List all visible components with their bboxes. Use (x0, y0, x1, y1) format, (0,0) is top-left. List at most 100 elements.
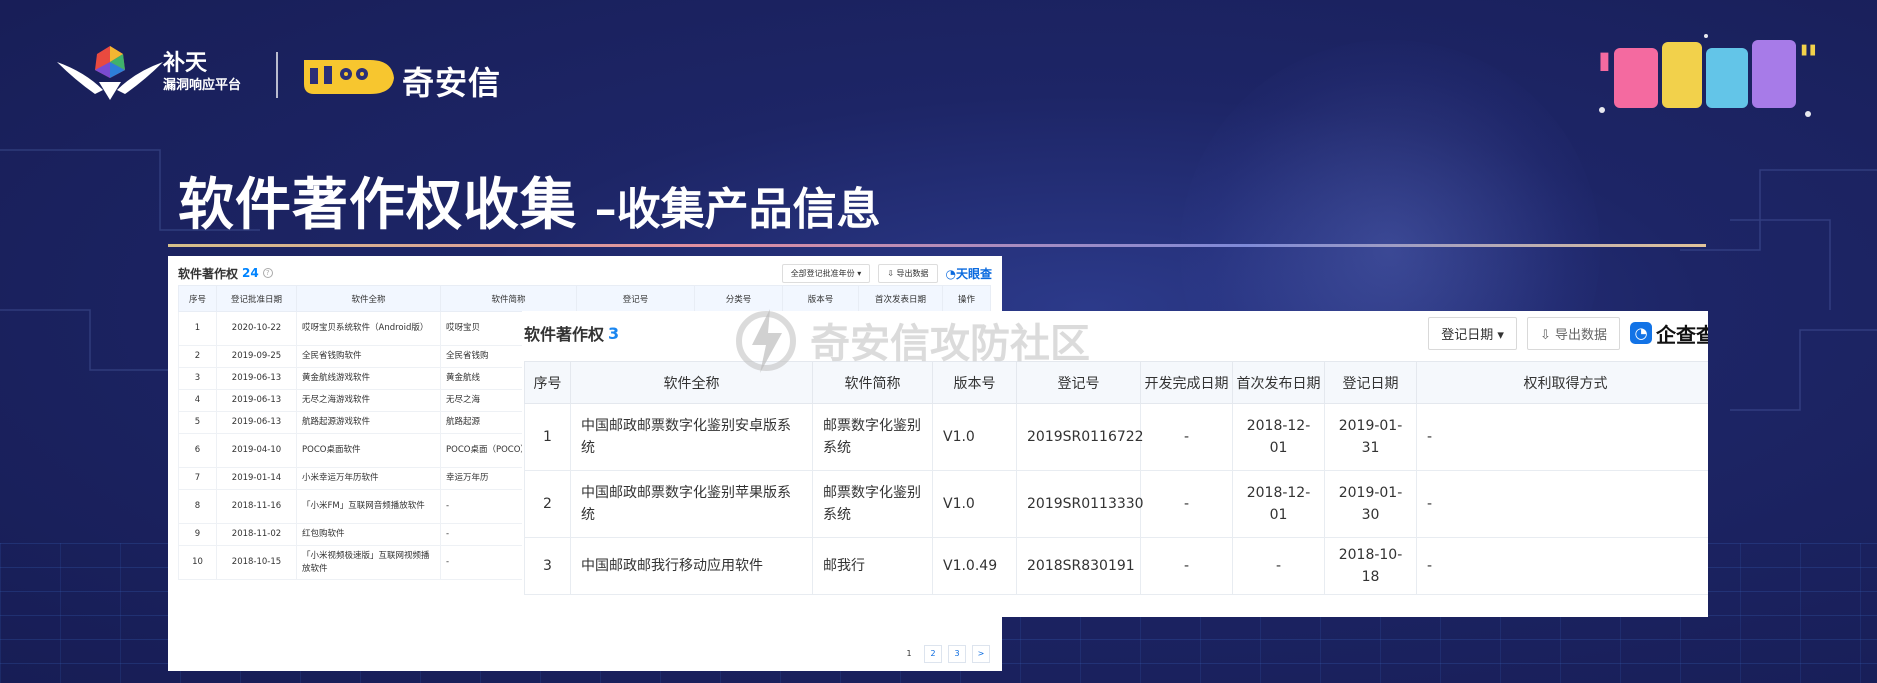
right-export-label: 导出数据 (1554, 327, 1607, 343)
left-panel-title: 软件著作权 (178, 266, 239, 281)
qichacha-copyright-panel: 软件著作权 3 登记日期 ▾ ⇩ 导出数据 ◔ 企查查 序号 软件全称 软件简称 版本号… (522, 311, 1708, 617)
right-copyright-table: 序号 软件全称 软件简称 版本号 登记号 开发完成日期 首次发布日期 登记日期 权利取得方式 1… (524, 361, 1708, 595)
left-table-cell: 2018-11-02 (216, 523, 297, 546)
left-table-cell: 全民省钱购软件 (296, 345, 441, 368)
qichacha-logo: ◔ 企查查 (1630, 319, 1708, 348)
left-table-cell: 6 (178, 433, 217, 468)
right-column-header: 版本号 (932, 361, 1017, 404)
year-filter-dropdown[interactable]: 全部登记批准年份 ▾ (781, 263, 871, 283)
right-table-cell: V1.0 (932, 470, 1017, 538)
left-table-cell: 3 (178, 367, 217, 390)
left-column-header: 序号 (178, 285, 217, 312)
right-panel-title: 软件著作权 (524, 325, 605, 344)
left-table-cell: 2019-01-14 (216, 467, 297, 490)
right-column-header: 登记日期 (1324, 361, 1417, 404)
left-table-cell: 2018-10-15 (216, 545, 297, 580)
right-table-cell: 2018-12-01 (1232, 403, 1325, 471)
right-table-cell: 2018-10-18 (1324, 537, 1417, 595)
left-table-cell: 2019-04-10 (216, 433, 297, 468)
left-table-cell: 10 (178, 545, 217, 580)
left-table-cell: 2019-06-13 (216, 411, 297, 434)
left-table-cell: 2019-09-25 (216, 345, 297, 368)
left-table-cell: 1 (178, 311, 217, 346)
left-table-cell: 4 (178, 389, 217, 412)
right-column-header: 开发完成日期 (1140, 361, 1233, 404)
left-column-header: 操作 (942, 285, 991, 312)
left-column-header: 软件全称 (296, 285, 441, 312)
right-table-cell: V1.0.49 (932, 537, 1017, 595)
left-table-cell: 哎呀宝贝系统软件（Android版） (296, 311, 441, 346)
sort-date-dropdown[interactable]: 登记日期 ▾ (1428, 316, 1517, 350)
right-table-row[interactable]: 1 中国邮政邮票数字化鉴别安卓版系统 邮票数字化鉴别系统 V1.0 2019SR0116… (524, 403, 1708, 471)
right-table-row[interactable]: 3 中国邮政邮我行移动应用软件 邮我行 V1.0.49 2018SR830191- -20… (524, 537, 1708, 595)
page-title: 软件著作权收集 –收集产品信息 (178, 160, 881, 241)
right-table-cell: 邮票数字化鉴别系统 (812, 470, 933, 538)
right-table-cell: - (1140, 537, 1233, 595)
left-column-header: 版本号 (782, 285, 859, 312)
left-panel-header: 软件著作权 24 ? 全部登记批准年份 ▾ ⇩ 导出数据 ◔天眼查 (178, 261, 992, 285)
tianyancha-logo-text: 天眼查 (955, 266, 992, 281)
right-table-cell: 1 (524, 403, 571, 471)
brand-secondary-text: 漏洞响应平台 (163, 78, 242, 93)
right-table-cell: - (1416, 403, 1708, 471)
right-panel-header: 软件著作权 3 登记日期 ▾ ⇩ 导出数据 ◔ 企查查 (524, 311, 1708, 355)
left-export-label: 导出数据 (896, 268, 929, 278)
right-table-cell: 2019-01-30 (1324, 470, 1417, 538)
right-column-header: 序号 (524, 361, 571, 404)
left-table-cell: 9 (178, 523, 217, 546)
help-icon[interactable]: ? (262, 268, 273, 278)
left-export-button[interactable]: ⇩ 导出数据 (878, 263, 938, 283)
next-page-button[interactable]: > (972, 645, 990, 663)
right-table-cell: - (1140, 470, 1233, 538)
left-table-cell: 「小米视频极速版」互联网视频播放软件 (296, 545, 441, 580)
logo-divider (276, 52, 278, 98)
right-table-cell: 邮票数字化鉴别系统 (812, 403, 933, 471)
page-number-button[interactable]: 1 (900, 645, 918, 663)
right-export-button[interactable]: ⇩ 导出数据 (1526, 316, 1620, 350)
right-table-cell: 中国邮政邮票数字化鉴别安卓版系统 (570, 403, 813, 471)
left-column-header: 软件简称 (440, 285, 577, 312)
left-table-cell: 航路起源游戏软件 (296, 411, 441, 434)
grow-upward-badge-icon: " " (1594, 34, 1819, 119)
page-number-button[interactable]: 2 (924, 645, 942, 663)
left-table-cell: 无尽之海游戏软件 (296, 389, 441, 412)
year-filter-label: 全部登记批准年份 (790, 268, 855, 278)
right-table-cell: 3 (524, 537, 571, 595)
left-column-header: 首次发表日期 (858, 285, 943, 312)
right-table-cell: 2018SR830191 (1016, 537, 1141, 595)
left-table-cell: 红包购软件 (296, 523, 441, 546)
right-table-row[interactable]: 2 中国邮政邮票数字化鉴别苹果版系统 邮票数字化鉴别系统 V1.0 2019SR0113… (524, 470, 1708, 538)
left-table-cell: 7 (178, 467, 217, 490)
partner-name: 奇安信 (402, 64, 502, 102)
left-table-cell: 2 (178, 345, 217, 368)
butian-logo-icon (57, 46, 163, 100)
left-column-header: 分类号 (694, 285, 783, 312)
svg-text:": " (1798, 38, 1819, 84)
qichacha-logo-icon: ◔ (1630, 322, 1652, 344)
right-table-cell: - (1140, 403, 1233, 471)
page-title-main: 软件著作权收集 (178, 173, 577, 238)
left-table-cell: 2019-06-13 (216, 389, 297, 412)
left-column-header: 登记批准日期 (216, 285, 297, 312)
right-column-header: 权利取得方式 (1416, 361, 1708, 404)
sort-date-label: 登记日期 (1441, 327, 1494, 343)
right-column-header: 首次发布日期 (1232, 361, 1325, 404)
left-table-cell: 2018-11-16 (216, 489, 297, 524)
left-table-cell: POCO桌面软件 (296, 433, 441, 468)
left-table-cell: 2020-10-22 (216, 311, 297, 346)
right-table-cell: 2018-12-01 (1232, 470, 1325, 538)
left-table-cell: 8 (178, 489, 217, 524)
right-column-header: 软件简称 (812, 361, 933, 404)
tianyancha-logo: ◔天眼查 (945, 266, 993, 281)
left-pagination: 1 2 3 > (900, 645, 990, 663)
right-table-cell: - (1416, 470, 1708, 538)
qianxin-mascot-icon (304, 60, 394, 94)
left-table-cell: 小米幸运万年历软件 (296, 467, 441, 490)
page-number-button[interactable]: 3 (948, 645, 966, 663)
right-table-cell: V1.0 (932, 403, 1017, 471)
right-table-cell: 2019SR0116722 (1016, 403, 1144, 471)
right-column-header: 软件全称 (570, 361, 813, 404)
right-table-cell: - (1416, 537, 1708, 595)
left-table-cell: 5 (178, 411, 217, 434)
left-panel-count: 24 (242, 266, 259, 280)
